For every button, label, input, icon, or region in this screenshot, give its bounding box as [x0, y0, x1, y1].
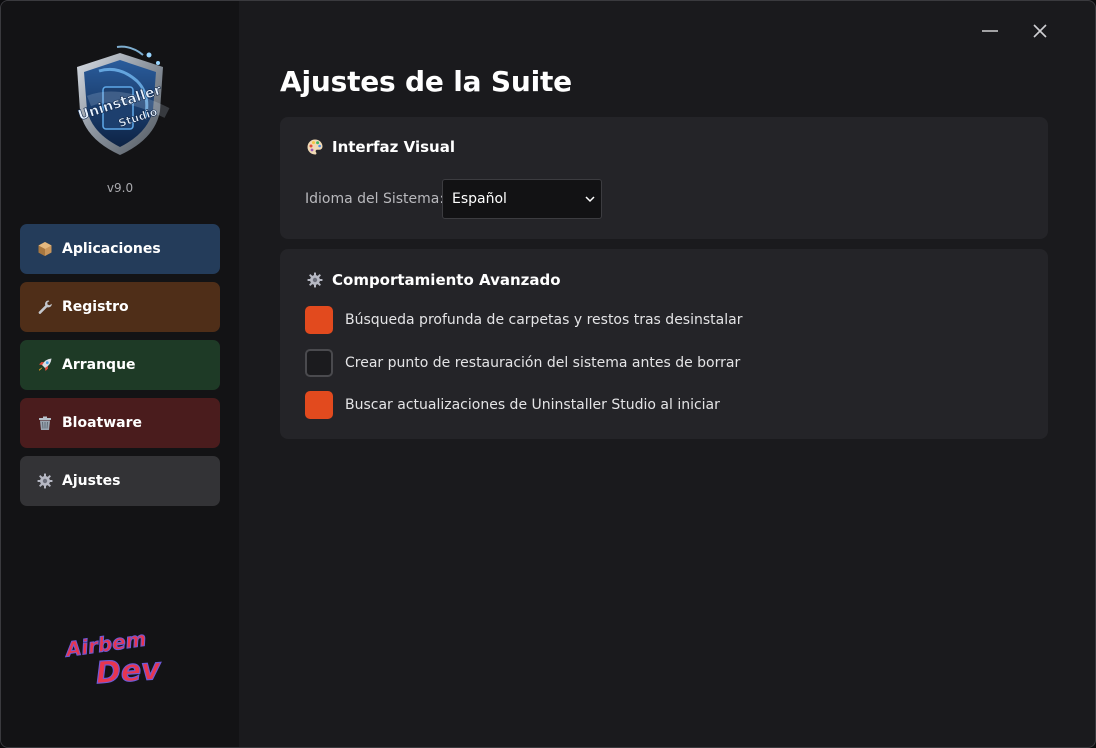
sidebar-item-label: Arranque — [62, 357, 136, 373]
app-window: Uninstaller Studio v9.0 Aplicaciones Reg… — [0, 0, 1096, 748]
section-title: Interfaz Visual — [306, 138, 455, 156]
gear-icon — [306, 271, 324, 289]
visual-settings-card: Interfaz Visual Idioma del Sistema: Espa… — [280, 117, 1048, 239]
app-logo: Uninstaller Studio — [59, 41, 181, 163]
package-icon — [37, 241, 53, 257]
sidebar-item-bloatware[interactable]: Bloatware — [20, 398, 220, 448]
deep-search-checkbox[interactable] — [305, 306, 333, 334]
minimize-icon — [981, 22, 999, 44]
rocket-icon — [37, 357, 53, 373]
language-label: Idioma del Sistema: — [305, 191, 445, 207]
sidebar-item-label: Registro — [62, 299, 129, 315]
option-check-updates: Buscar actualizaciones de Uninstaller St… — [305, 391, 720, 419]
chevron-down-icon — [583, 192, 597, 206]
wrench-icon — [37, 299, 53, 315]
gear-icon — [37, 473, 53, 489]
sidebar: Uninstaller Studio v9.0 Aplicaciones Reg… — [1, 1, 239, 747]
palette-icon — [306, 138, 324, 156]
svg-text:Dev: Dev — [95, 652, 164, 691]
advanced-settings-card: Comportamiento Avanzado Búsqueda profund… — [280, 249, 1048, 439]
sidebar-item-ajustes[interactable]: Ajustes — [20, 456, 220, 506]
minimize-button[interactable] — [976, 19, 1004, 47]
option-label: Crear punto de restauración del sistema … — [345, 355, 741, 371]
close-icon — [1032, 23, 1048, 43]
option-label: Búsqueda profunda de carpetas y restos t… — [345, 312, 743, 328]
sidebar-item-label: Ajustes — [62, 473, 121, 489]
app-version: v9.0 — [106, 181, 134, 195]
language-select[interactable]: Español — [442, 179, 602, 219]
section-title: Comportamiento Avanzado — [306, 271, 561, 289]
language-select-value: Español — [452, 191, 507, 207]
advanced-section-title: Comportamiento Avanzado — [332, 271, 561, 289]
option-restore-point: Crear punto de restauración del sistema … — [305, 349, 740, 377]
trash-icon — [37, 415, 53, 431]
developer-logo: Airbem Dev — [62, 626, 181, 692]
sidebar-item-label: Aplicaciones — [62, 241, 161, 257]
restore-point-checkbox[interactable] — [305, 349, 333, 377]
sidebar-item-aplicaciones[interactable]: Aplicaciones — [20, 224, 220, 274]
check-updates-checkbox[interactable] — [305, 391, 333, 419]
sidebar-item-label: Bloatware — [62, 415, 143, 431]
sidebar-item-arranque[interactable]: Arranque — [20, 340, 220, 390]
page-title: Ajustes de la Suite — [280, 65, 572, 98]
option-label: Buscar actualizaciones de Uninstaller St… — [345, 397, 720, 413]
option-deep-search: Búsqueda profunda de carpetas y restos t… — [305, 306, 742, 334]
close-button[interactable] — [1026, 19, 1054, 47]
sidebar-item-registro[interactable]: Registro — [20, 282, 220, 332]
visual-section-title: Interfaz Visual — [332, 138, 455, 156]
